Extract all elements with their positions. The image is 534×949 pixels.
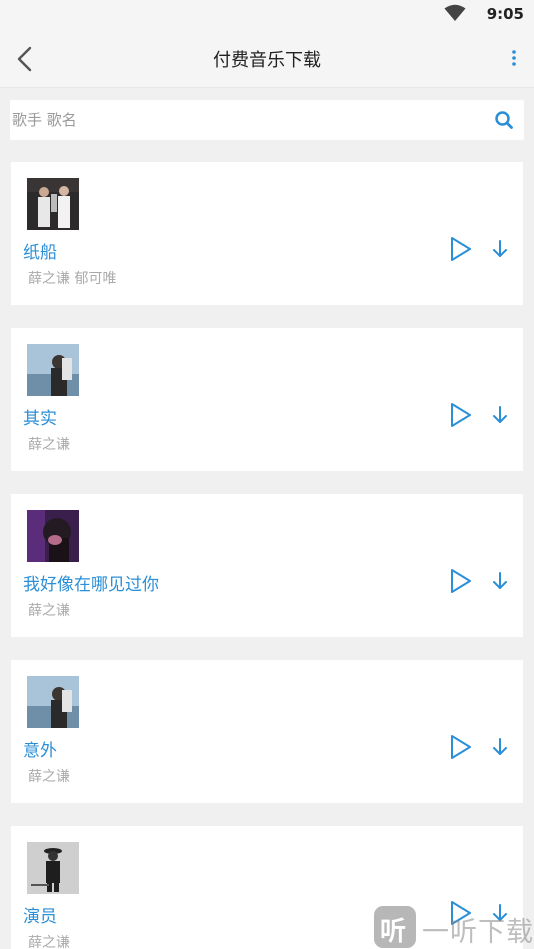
song-title: 其实 [23, 409, 57, 429]
song-title: 演员 [23, 907, 57, 927]
watermark-logo: 听 [374, 906, 416, 948]
status-time: 9:05 [486, 5, 524, 23]
play-icon[interactable] [449, 402, 473, 428]
page-title: 付费音乐下载 [213, 50, 321, 71]
album-cover [27, 510, 79, 562]
watermark-text: 一听下载 [422, 917, 534, 948]
album-cover [27, 344, 79, 396]
wifi-icon [444, 4, 466, 21]
search-bar [10, 100, 524, 140]
album-cover [27, 676, 79, 728]
song-card[interactable]: 其实 薛之谦 [11, 328, 523, 471]
song-artist: 薛之谦 [28, 935, 70, 949]
song-title: 纸船 [23, 243, 57, 263]
download-icon[interactable] [490, 238, 510, 260]
watermark-logo-text: 听 [380, 917, 407, 947]
play-icon[interactable] [449, 568, 473, 594]
download-icon[interactable] [490, 736, 510, 758]
search-icon[interactable] [494, 110, 514, 130]
song-artist: 薛之谦 [28, 437, 70, 453]
play-icon[interactable] [449, 734, 473, 760]
song-title: 意外 [23, 741, 57, 761]
song-card[interactable]: 纸船 薛之谦 郁可唯 [11, 162, 523, 305]
album-cover [27, 178, 79, 230]
song-artist: 薛之谦 [28, 603, 70, 619]
watermark: 听 一听下载 [374, 906, 534, 949]
song-card[interactable]: 意外 薛之谦 [11, 660, 523, 803]
status-bar: 9:05 [0, 0, 534, 30]
song-title: 我好像在哪见过你 [23, 575, 159, 595]
app-bar: 付费音乐下载 [0, 30, 534, 88]
song-card[interactable]: 我好像在哪见过你 薛之谦 [11, 494, 523, 637]
download-icon[interactable] [490, 570, 510, 592]
song-artist: 薛之谦 郁可唯 [28, 271, 117, 287]
play-icon[interactable] [449, 236, 473, 262]
download-icon[interactable] [490, 404, 510, 426]
song-artist: 薛之谦 [28, 769, 70, 785]
search-input[interactable] [10, 100, 480, 140]
more-vert-icon[interactable] [508, 48, 520, 70]
album-cover [27, 842, 79, 894]
